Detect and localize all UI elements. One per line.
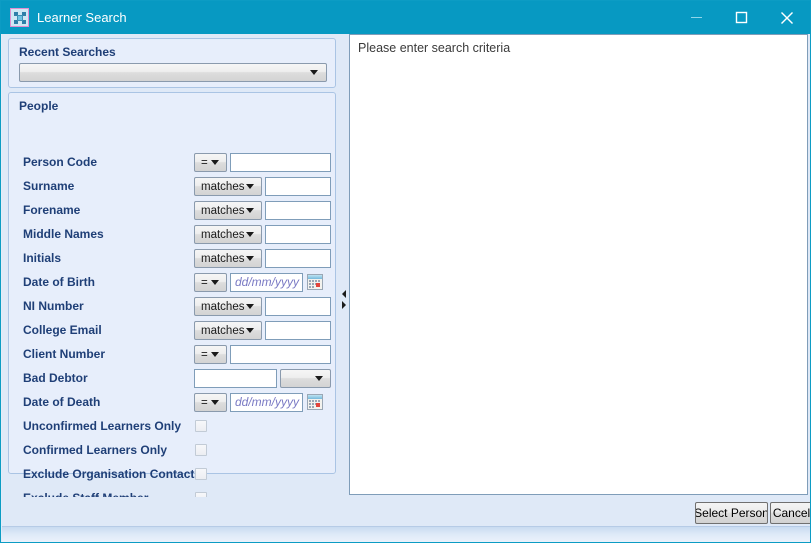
label-bad-debtor: Bad Debtor bbox=[23, 371, 88, 385]
operator-value: matches bbox=[201, 300, 245, 313]
input-middle-names[interactable] bbox=[265, 225, 331, 244]
label-date-of-birth: Date of Birth bbox=[23, 275, 95, 289]
maximize-button[interactable] bbox=[719, 1, 764, 34]
input-ni-number[interactable] bbox=[265, 297, 331, 316]
operator-combo-client-number[interactable]: = bbox=[194, 345, 227, 364]
operator-value: = bbox=[201, 156, 208, 169]
splitter-grip[interactable] bbox=[341, 287, 347, 311]
input-date-of-death[interactable]: dd/mm/yyyy bbox=[230, 393, 303, 412]
input-initials[interactable] bbox=[265, 249, 331, 268]
chevron-down-icon bbox=[246, 328, 254, 333]
triangle-left-icon[interactable] bbox=[342, 289, 346, 298]
title-bar: Learner Search bbox=[1, 1, 810, 34]
checkbox-exclude-organisation-contacts[interactable] bbox=[195, 468, 207, 480]
input-person-code[interactable] bbox=[230, 153, 331, 172]
input-college-email[interactable] bbox=[265, 321, 331, 340]
minimize-icon bbox=[691, 17, 702, 18]
chevron-down-icon bbox=[246, 184, 254, 189]
label-person-code: Person Code bbox=[23, 155, 98, 169]
app-grid-icon bbox=[10, 8, 29, 27]
chevron-down-icon bbox=[310, 70, 318, 75]
operator-value: = bbox=[201, 348, 208, 361]
label-forename: Forename bbox=[23, 203, 81, 217]
people-title: People bbox=[19, 99, 59, 113]
chevron-down-icon bbox=[246, 256, 254, 261]
calendar-icon-date-of-death[interactable] bbox=[307, 394, 323, 410]
combo-bad-debtor[interactable] bbox=[280, 369, 331, 388]
operator-combo-forename[interactable]: matches bbox=[194, 201, 262, 220]
input-client-number[interactable] bbox=[230, 345, 331, 364]
pane-splitter[interactable] bbox=[340, 34, 348, 497]
minimize-button[interactable] bbox=[674, 1, 719, 34]
operator-value: matches bbox=[201, 252, 245, 265]
close-icon bbox=[780, 11, 793, 24]
search-criteria-pane: Recent Searches People Person Code = Sur… bbox=[2, 34, 340, 505]
operator-value: matches bbox=[201, 204, 245, 217]
label-middle-names: Middle Names bbox=[23, 227, 104, 241]
chevron-down-icon bbox=[211, 280, 219, 285]
operator-combo-middle-names[interactable]: matches bbox=[194, 225, 262, 244]
label-surname: Surname bbox=[23, 179, 75, 193]
operator-value: matches bbox=[201, 180, 245, 193]
status-strip bbox=[2, 526, 810, 542]
chevron-down-icon bbox=[246, 232, 254, 237]
label-exclude-organisation-contacts: Exclude Organisation Contacts bbox=[23, 467, 202, 481]
operator-combo-ni-number[interactable]: matches bbox=[194, 297, 262, 316]
triangle-right-icon[interactable] bbox=[342, 300, 346, 309]
close-button[interactable] bbox=[764, 1, 809, 34]
operator-combo-date-of-death[interactable]: = bbox=[194, 393, 227, 412]
label-college-email: College Email bbox=[23, 323, 102, 337]
chevron-down-icon bbox=[246, 304, 254, 309]
chevron-down-icon bbox=[211, 160, 219, 165]
label-client-number: Client Number bbox=[23, 347, 106, 361]
select-person-button[interactable]: Select Person bbox=[695, 502, 768, 524]
chevron-down-icon bbox=[315, 376, 323, 381]
people-group: People Person Code = Surname matches For… bbox=[8, 92, 336, 505]
results-panel[interactable]: Please enter search criteria bbox=[349, 34, 808, 495]
operator-value: = bbox=[201, 276, 208, 289]
input-date-of-birth[interactable]: dd/mm/yyyy bbox=[230, 273, 303, 292]
recent-searches-group: Recent Searches bbox=[8, 38, 336, 88]
recent-searches-combo[interactable] bbox=[19, 63, 327, 82]
label-initials: Initials bbox=[23, 251, 62, 265]
chevron-down-icon bbox=[211, 352, 219, 357]
results-pane: Please enter search criteria bbox=[348, 34, 810, 497]
label-date-of-death: Date of Death bbox=[23, 395, 101, 409]
operator-value: = bbox=[201, 396, 208, 409]
maximize-icon bbox=[735, 11, 748, 24]
input-bad-debtor[interactable] bbox=[194, 369, 277, 388]
label-unconfirmed-learners-only: Unconfirmed Learners Only bbox=[23, 419, 182, 433]
cancel-button[interactable]: Cancel bbox=[770, 502, 810, 524]
label-confirmed-learners-only: Confirmed Learners Only bbox=[23, 443, 168, 457]
operator-combo-surname[interactable]: matches bbox=[194, 177, 262, 196]
operator-value: matches bbox=[201, 324, 245, 337]
input-surname[interactable] bbox=[265, 177, 331, 196]
operator-value: matches bbox=[201, 228, 245, 241]
chevron-down-icon bbox=[211, 400, 219, 405]
operator-combo-date-of-birth[interactable]: = bbox=[194, 273, 227, 292]
recent-searches-title: Recent Searches bbox=[19, 45, 116, 59]
label-ni-number: NI Number bbox=[23, 299, 84, 313]
footer-bar: Select Person Cancel bbox=[2, 497, 810, 542]
operator-combo-initials[interactable]: matches bbox=[194, 249, 262, 268]
operator-combo-college-email[interactable]: matches bbox=[194, 321, 262, 340]
window-title: Learner Search bbox=[37, 10, 127, 25]
checkbox-confirmed-learners-only[interactable] bbox=[195, 444, 207, 456]
results-message: Please enter search criteria bbox=[358, 41, 511, 55]
learner-search-window: Learner Search Recent Searches People Pe… bbox=[0, 0, 811, 543]
input-forename[interactable] bbox=[265, 201, 331, 220]
chevron-down-icon bbox=[246, 208, 254, 213]
operator-combo-person-code[interactable]: = bbox=[194, 153, 227, 172]
checkbox-unconfirmed-learners-only[interactable] bbox=[195, 420, 207, 432]
calendar-icon-date-of-birth[interactable] bbox=[307, 274, 323, 290]
